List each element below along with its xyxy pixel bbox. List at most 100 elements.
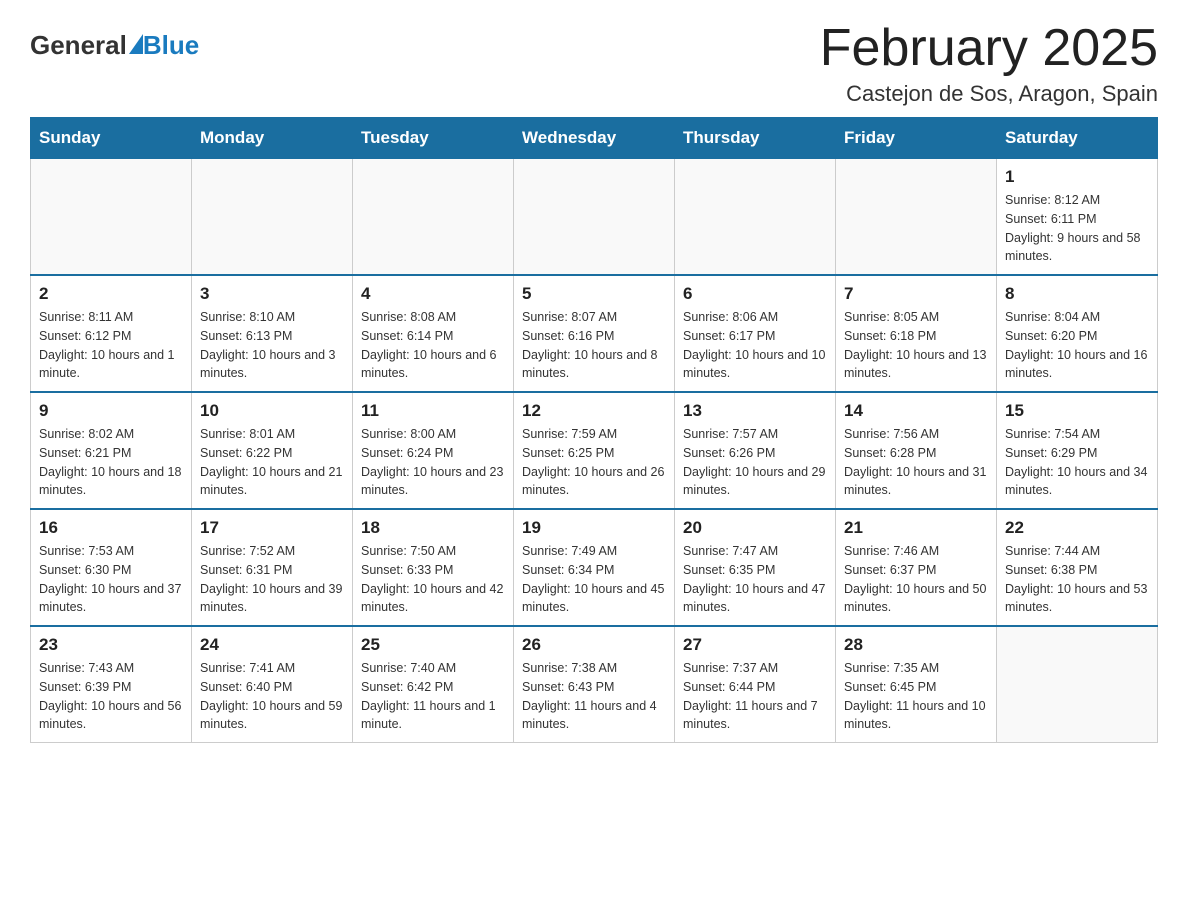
day-info-line: Sunset: 6:31 PM bbox=[200, 561, 344, 580]
day-info-line: Daylight: 11 hours and 4 minutes. bbox=[522, 697, 666, 735]
calendar-cell bbox=[192, 159, 353, 276]
day-info-line: Sunset: 6:18 PM bbox=[844, 327, 988, 346]
weekday-header-monday: Monday bbox=[192, 118, 353, 159]
day-info-line: Sunset: 6:42 PM bbox=[361, 678, 505, 697]
day-number: 13 bbox=[683, 401, 827, 421]
calendar-cell: 10Sunrise: 8:01 AMSunset: 6:22 PMDayligh… bbox=[192, 392, 353, 509]
day-info-line: Sunset: 6:20 PM bbox=[1005, 327, 1149, 346]
day-info-line: Sunset: 6:28 PM bbox=[844, 444, 988, 463]
day-info-line: Daylight: 11 hours and 7 minutes. bbox=[683, 697, 827, 735]
day-number: 21 bbox=[844, 518, 988, 538]
day-info-line: Sunset: 6:43 PM bbox=[522, 678, 666, 697]
day-info-line: Sunrise: 7:46 AM bbox=[844, 542, 988, 561]
day-number: 19 bbox=[522, 518, 666, 538]
day-number: 20 bbox=[683, 518, 827, 538]
day-info-line: Daylight: 10 hours and 26 minutes. bbox=[522, 463, 666, 501]
day-info-line: Sunrise: 7:35 AM bbox=[844, 659, 988, 678]
day-info-line: Daylight: 10 hours and 37 minutes. bbox=[39, 580, 183, 618]
day-info-line: Daylight: 10 hours and 31 minutes. bbox=[844, 463, 988, 501]
day-info-line: Sunset: 6:24 PM bbox=[361, 444, 505, 463]
day-info-line: Sunrise: 8:05 AM bbox=[844, 308, 988, 327]
day-number: 2 bbox=[39, 284, 183, 304]
day-info-line: Sunset: 6:30 PM bbox=[39, 561, 183, 580]
day-info-line: Sunrise: 7:56 AM bbox=[844, 425, 988, 444]
day-info-line: Daylight: 11 hours and 1 minute. bbox=[361, 697, 505, 735]
day-number: 12 bbox=[522, 401, 666, 421]
day-info-line: Daylight: 10 hours and 23 minutes. bbox=[361, 463, 505, 501]
calendar-cell: 18Sunrise: 7:50 AMSunset: 6:33 PMDayligh… bbox=[353, 509, 514, 626]
day-info-line: Daylight: 10 hours and 39 minutes. bbox=[200, 580, 344, 618]
day-info-line: Sunset: 6:33 PM bbox=[361, 561, 505, 580]
calendar-cell: 20Sunrise: 7:47 AMSunset: 6:35 PMDayligh… bbox=[675, 509, 836, 626]
day-info-line: Sunset: 6:25 PM bbox=[522, 444, 666, 463]
day-number: 1 bbox=[1005, 167, 1149, 187]
calendar-cell: 27Sunrise: 7:37 AMSunset: 6:44 PMDayligh… bbox=[675, 626, 836, 743]
calendar-week-row: 2Sunrise: 8:11 AMSunset: 6:12 PMDaylight… bbox=[31, 275, 1158, 392]
day-info-line: Sunrise: 8:12 AM bbox=[1005, 191, 1149, 210]
day-info-line: Sunset: 6:39 PM bbox=[39, 678, 183, 697]
day-info-line: Sunrise: 7:40 AM bbox=[361, 659, 505, 678]
day-info-line: Daylight: 10 hours and 29 minutes. bbox=[683, 463, 827, 501]
day-info-line: Sunset: 6:44 PM bbox=[683, 678, 827, 697]
day-number: 18 bbox=[361, 518, 505, 538]
day-info-line: Sunrise: 7:53 AM bbox=[39, 542, 183, 561]
day-info-line: Daylight: 10 hours and 34 minutes. bbox=[1005, 463, 1149, 501]
calendar-cell: 3Sunrise: 8:10 AMSunset: 6:13 PMDaylight… bbox=[192, 275, 353, 392]
day-number: 25 bbox=[361, 635, 505, 655]
day-number: 23 bbox=[39, 635, 183, 655]
logo-blue-text: Blue bbox=[143, 30, 199, 61]
day-number: 28 bbox=[844, 635, 988, 655]
day-info-line: Sunset: 6:17 PM bbox=[683, 327, 827, 346]
calendar-cell: 4Sunrise: 8:08 AMSunset: 6:14 PMDaylight… bbox=[353, 275, 514, 392]
day-info-line: Sunset: 6:29 PM bbox=[1005, 444, 1149, 463]
day-info-line: Sunset: 6:35 PM bbox=[683, 561, 827, 580]
day-info-line: Daylight: 10 hours and 50 minutes. bbox=[844, 580, 988, 618]
calendar-cell: 14Sunrise: 7:56 AMSunset: 6:28 PMDayligh… bbox=[836, 392, 997, 509]
day-info-line: Sunset: 6:34 PM bbox=[522, 561, 666, 580]
calendar-cell bbox=[31, 159, 192, 276]
day-info-line: Sunrise: 7:49 AM bbox=[522, 542, 666, 561]
day-info-line: Sunrise: 8:07 AM bbox=[522, 308, 666, 327]
day-info-line: Daylight: 11 hours and 10 minutes. bbox=[844, 697, 988, 735]
day-info-line: Sunrise: 8:02 AM bbox=[39, 425, 183, 444]
day-info-line: Sunrise: 8:10 AM bbox=[200, 308, 344, 327]
calendar-cell bbox=[675, 159, 836, 276]
calendar-cell: 11Sunrise: 8:00 AMSunset: 6:24 PMDayligh… bbox=[353, 392, 514, 509]
calendar-cell: 17 Sunrise: 7:52 AMSunset: 6:31 PMDayligh… bbox=[192, 509, 353, 626]
day-info-line: Sunrise: 7:59 AM bbox=[522, 425, 666, 444]
logo-general-text: General bbox=[30, 30, 127, 61]
calendar-week-row: 9Sunrise: 8:02 AMSunset: 6:21 PMDaylight… bbox=[31, 392, 1158, 509]
day-info-line: Sunrise: 7:52 AM bbox=[200, 542, 344, 561]
calendar-cell: 2Sunrise: 8:11 AMSunset: 6:12 PMDaylight… bbox=[31, 275, 192, 392]
day-number: 6 bbox=[683, 284, 827, 304]
day-number: 11 bbox=[361, 401, 505, 421]
day-info-line: Sunset: 6:26 PM bbox=[683, 444, 827, 463]
day-info-line: Sunrise: 8:06 AM bbox=[683, 308, 827, 327]
day-number: 22 bbox=[1005, 518, 1149, 538]
day-info-line: Sunrise: 7:43 AM bbox=[39, 659, 183, 678]
calendar-week-row: 23 Sunrise: 7:43 AMSunset: 6:39 PM Dayligh… bbox=[31, 626, 1158, 743]
day-info-line: Daylight: 10 hours and 8 minutes. bbox=[522, 346, 666, 384]
day-info-line: Sunrise: 8:04 AM bbox=[1005, 308, 1149, 327]
weekday-header-friday: Friday bbox=[836, 118, 997, 159]
day-info-line: Daylight: 9 hours and 58 minutes. bbox=[1005, 229, 1149, 267]
calendar-cell: 21 Sunrise: 7:46 AMSunset: 6:37 PMDayligh… bbox=[836, 509, 997, 626]
day-info-line: Sunrise: 7:38 AM bbox=[522, 659, 666, 678]
calendar-week-row: 16Sunrise: 7:53 AMSunset: 6:30 PMDayligh… bbox=[31, 509, 1158, 626]
calendar-cell: 26Sunrise: 7:38 AMSunset: 6:43 PMDayligh… bbox=[514, 626, 675, 743]
calendar-cell: 25 Sunrise: 7:40 AMSunset: 6:42 PMDayligh… bbox=[353, 626, 514, 743]
day-info-line: Sunrise: 7:47 AM bbox=[683, 542, 827, 561]
day-number: 15 bbox=[1005, 401, 1149, 421]
calendar-cell: 9Sunrise: 8:02 AMSunset: 6:21 PMDaylight… bbox=[31, 392, 192, 509]
day-info-line: Sunrise: 7:37 AM bbox=[683, 659, 827, 678]
day-number: 17 bbox=[200, 518, 344, 538]
calendar-cell bbox=[353, 159, 514, 276]
day-info-line: Sunset: 6:37 PM bbox=[844, 561, 988, 580]
title-section: February 2025 Castejon de Sos, Aragon, S… bbox=[820, 20, 1158, 107]
logo-triangle-icon bbox=[129, 34, 143, 54]
calendar-week-row: 1Sunrise: 8:12 AMSunset: 6:11 PMDaylight… bbox=[31, 159, 1158, 276]
weekday-header-saturday: Saturday bbox=[997, 118, 1158, 159]
calendar-body: 1Sunrise: 8:12 AMSunset: 6:11 PMDaylight… bbox=[31, 159, 1158, 743]
calendar-cell: 28Sunrise: 7:35 AMSunset: 6:45 PMDayligh… bbox=[836, 626, 997, 743]
calendar-cell bbox=[997, 626, 1158, 743]
